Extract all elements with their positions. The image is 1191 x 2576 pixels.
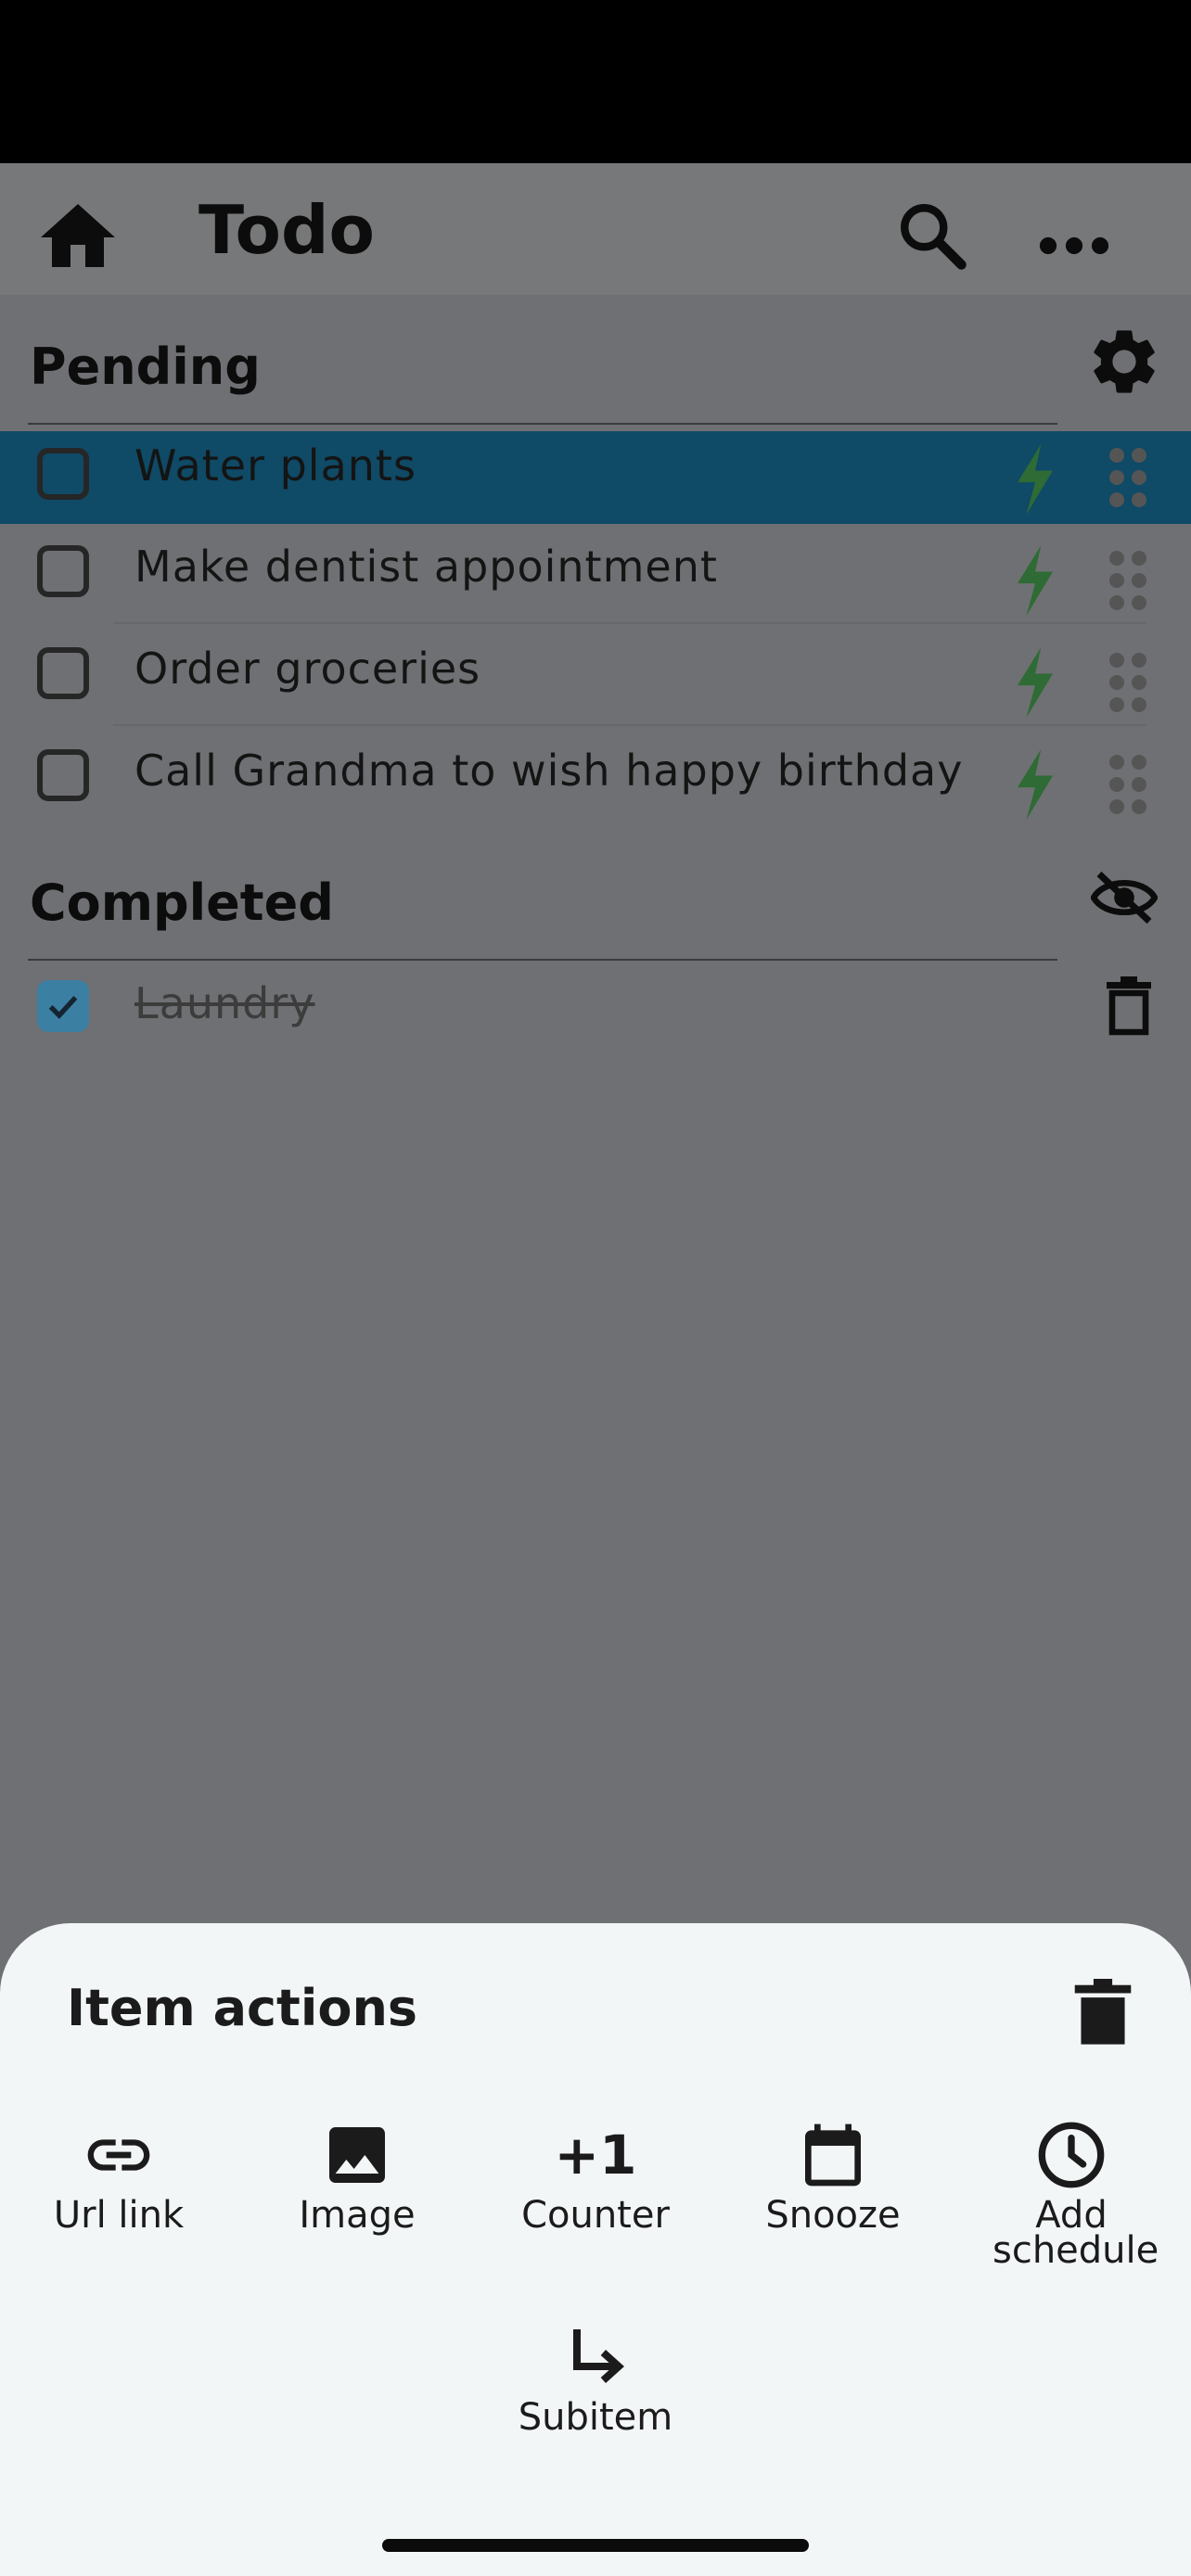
link-icon bbox=[87, 2139, 150, 2171]
action-label: Subitem bbox=[518, 2396, 673, 2439]
bolt-icon[interactable] bbox=[1009, 545, 1061, 616]
calendar-icon bbox=[805, 2123, 861, 2187]
row-divider bbox=[113, 622, 1146, 624]
todo-item-label: Order groceries bbox=[134, 644, 481, 694]
clock-icon bbox=[1038, 2122, 1105, 2188]
action-counter[interactable]: +1 Counter bbox=[493, 2118, 698, 2237]
row-divider bbox=[113, 724, 1146, 726]
action-add-schedule[interactable]: Add schedule bbox=[969, 2118, 1173, 2272]
action-label: Url link bbox=[53, 2194, 185, 2237]
item-actions-sheet: Item actions Url link Image +1 Counter S… bbox=[0, 1923, 1191, 2576]
todo-item-label: Make dentist appointment bbox=[134, 542, 718, 592]
action-label: Image bbox=[299, 2194, 416, 2237]
action-label: Counter bbox=[521, 2194, 670, 2237]
todo-checkbox[interactable] bbox=[37, 545, 89, 597]
drag-handle-icon[interactable] bbox=[1106, 444, 1150, 511]
trash-icon[interactable] bbox=[1104, 976, 1154, 1038]
gear-icon[interactable] bbox=[1085, 323, 1163, 401]
todo-item-label: Water plants bbox=[134, 440, 416, 491]
completed-section-header: Completed bbox=[28, 849, 1057, 961]
subitem-arrow-icon bbox=[573, 2329, 624, 2383]
home-icon[interactable] bbox=[33, 193, 122, 282]
delete-item-icon[interactable] bbox=[1074, 1979, 1132, 2047]
action-snooze[interactable]: Snooze bbox=[731, 2118, 935, 2237]
todo-checkbox-checked[interactable] bbox=[37, 980, 89, 1032]
drag-handle-icon[interactable] bbox=[1106, 547, 1150, 614]
page-title: Todo bbox=[198, 191, 376, 269]
todo-item-label: Call Grandma to wish happy birthday bbox=[134, 746, 964, 796]
todo-list: Pending Water plants Make dentist appoin… bbox=[0, 295, 1191, 1923]
status-bar bbox=[0, 0, 1191, 163]
bolt-icon[interactable] bbox=[1009, 444, 1061, 515]
action-subitem[interactable]: Subitem bbox=[493, 2320, 698, 2439]
todo-item-water-plants[interactable]: Water plants bbox=[0, 431, 1191, 524]
todo-item-call-grandma[interactable]: Call Grandma to wish happy birthday bbox=[0, 731, 1191, 827]
bolt-icon[interactable] bbox=[1009, 749, 1061, 820]
drag-handle-icon[interactable] bbox=[1106, 649, 1150, 716]
checkmark-icon bbox=[48, 996, 78, 1019]
image-icon bbox=[329, 2127, 385, 2183]
todo-checkbox[interactable] bbox=[37, 749, 89, 801]
plus-one-icon: +1 bbox=[554, 2123, 637, 2187]
todo-item-label: Laundry bbox=[134, 978, 315, 1028]
home-indicator bbox=[382, 2539, 809, 2552]
search-icon[interactable] bbox=[893, 197, 971, 274]
drag-handle-icon[interactable] bbox=[1106, 751, 1150, 818]
action-label: Add schedule bbox=[992, 2194, 1159, 2272]
todo-checkbox[interactable] bbox=[37, 448, 89, 500]
completed-section-title: Completed bbox=[30, 874, 334, 932]
todo-checkbox[interactable] bbox=[37, 647, 89, 699]
todo-item-dentist[interactable]: Make dentist appointment bbox=[0, 527, 1191, 624]
sheet-title: Item actions bbox=[67, 1979, 418, 2037]
eye-off-icon[interactable] bbox=[1091, 870, 1158, 925]
action-label: Snooze bbox=[765, 2194, 901, 2237]
app-bar: Todo bbox=[0, 163, 1191, 295]
todo-item-groceries[interactable]: Order groceries bbox=[0, 629, 1191, 726]
pending-section-header: Pending bbox=[28, 313, 1057, 425]
action-image[interactable]: Image bbox=[255, 2118, 459, 2237]
more-icon[interactable] bbox=[1031, 200, 1117, 278]
completed-item-laundry[interactable]: Laundry bbox=[0, 967, 1191, 1064]
pending-section-title: Pending bbox=[30, 338, 261, 396]
bolt-icon[interactable] bbox=[1009, 647, 1061, 718]
action-url-link[interactable]: Url link bbox=[17, 2118, 221, 2237]
